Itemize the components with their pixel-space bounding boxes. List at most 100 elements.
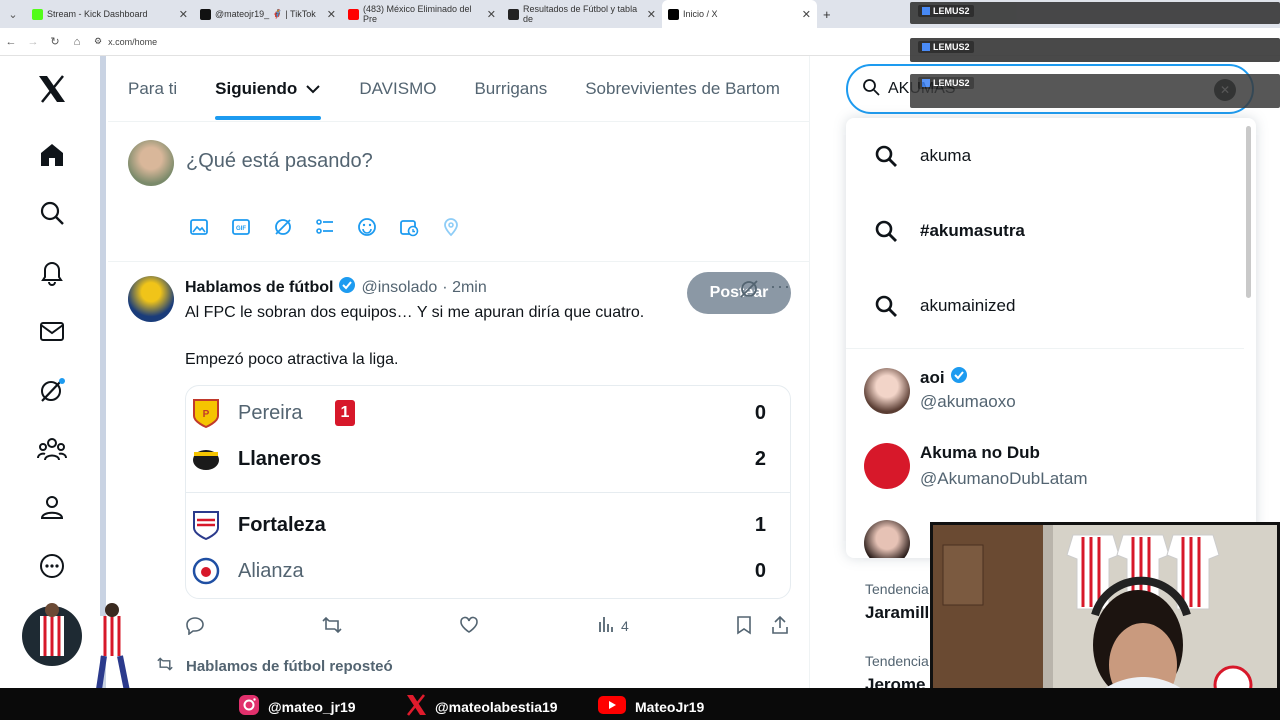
notifications-bell-icon[interactable] <box>33 253 71 291</box>
red-card-badge: 1 <box>335 400 355 426</box>
llaneros-crest-icon <box>192 444 220 474</box>
team-name: Llaneros <box>238 448 322 470</box>
pereira-crest-icon: P <box>192 398 220 429</box>
retweet-small-icon <box>156 656 174 676</box>
overlay-icon <box>922 7 930 15</box>
tiktok-icon <box>200 8 211 20</box>
tab-para-ti[interactable]: Para ti <box>128 56 178 121</box>
search-icon <box>874 219 898 248</box>
close-tab-icon[interactable]: ✕ <box>647 8 656 21</box>
team-score: 0 <box>754 560 766 582</box>
user-name: Akuma no Dub <box>920 443 1040 462</box>
bookmark-icon[interactable] <box>735 615 753 635</box>
new-tab-button[interactable]: + <box>817 0 847 28</box>
youtube-handle-text: MateoJr19 <box>635 698 705 715</box>
grok-compose-icon[interactable] <box>272 216 294 238</box>
user-suggestion[interactable]: aoi @akumaoxo <box>846 354 1244 430</box>
main-timeline: Para ti Siguiendo DAVISMO Burrigans Sobr… <box>108 56 810 696</box>
reload-icon[interactable]: ↻ <box>44 35 66 48</box>
tab-burrigans[interactable]: Burrigans <box>474 56 547 121</box>
overlay-tag-text: LEMUS2 <box>933 78 970 88</box>
site-info-icon[interactable]: ⚙ <box>94 36 102 47</box>
screen: { "browser": { "tabs": [ {"label": "Stre… <box>0 0 1280 720</box>
poll-icon[interactable] <box>314 216 336 238</box>
svg-text:P: P <box>203 409 210 420</box>
browser-tab-x[interactable]: Inicio / X ✕ <box>662 0 817 28</box>
match-row: P Pereira 1 0 <box>186 390 790 436</box>
x-handle-text: @mateolabestia19 <box>435 698 558 715</box>
tweet-text-line2: Empezó poco atractiva la liga. <box>185 351 399 368</box>
tab-list-chevron-icon[interactable]: ⌄ <box>0 8 26 21</box>
home-browser-icon[interactable]: ⌂ <box>66 36 88 48</box>
suggestion-item[interactable]: #akumasutra <box>846 193 1244 268</box>
browser-tab-youtube[interactable]: (483) México Eliminado del Pre ✕ <box>342 0 502 28</box>
image-icon[interactable] <box>188 216 210 238</box>
bar-chart-icon <box>597 615 615 636</box>
tweet-author-avatar[interactable] <box>128 276 174 322</box>
user-avatar[interactable] <box>128 140 174 186</box>
tab-label: Para ti <box>128 78 178 98</box>
tab-davismo[interactable]: DAVISMO <box>359 56 436 121</box>
user-name: aoi <box>920 366 968 389</box>
grok-icon[interactable] <box>33 371 71 409</box>
url-field[interactable]: ⚙ x.com/home <box>94 36 157 47</box>
tab-siguiendo[interactable]: Siguiendo <box>215 56 322 121</box>
trend-title[interactable]: Jaramill <box>865 603 929 623</box>
trend-label: Tendencia <box>865 653 929 669</box>
repost-indicator[interactable]: Hablamos de fútbol reposteó <box>156 656 393 676</box>
user-suggestion[interactable]: Akuma no Dub @AkumanoDubLatam <box>846 431 1244 507</box>
tweet-text-line1: Al FPC le sobran dos equipos… Y si me ap… <box>185 304 645 321</box>
search-icon[interactable] <box>33 194 71 232</box>
communities-icon[interactable] <box>33 430 71 468</box>
suggestion-item[interactable]: akumainized <box>846 268 1244 343</box>
location-icon[interactable] <box>440 216 462 238</box>
user-avatar[interactable] <box>864 520 910 558</box>
match-results-card[interactable]: P Pereira 1 0 Llaneros 2 Fortaleza 1 Ali… <box>185 385 791 599</box>
browser-tab-results[interactable]: Resultados de Fútbol y tabla de ✕ <box>502 0 662 28</box>
close-tab-icon[interactable]: ✕ <box>487 8 496 21</box>
instagram-handle: @mateo_jr19 <box>238 694 356 719</box>
tab-label: Siguiendo <box>215 78 298 98</box>
retweet-icon[interactable] <box>321 615 343 635</box>
suggestion-item[interactable]: akuma <box>846 118 1244 193</box>
more-options-dots-icon[interactable]: ··· <box>770 276 791 297</box>
close-tab-icon[interactable]: ✕ <box>802 8 811 21</box>
schedule-icon[interactable] <box>398 216 420 238</box>
home-icon[interactable] <box>33 136 71 174</box>
team-score: 0 <box>754 402 766 424</box>
close-tab-icon[interactable]: ✕ <box>179 8 188 21</box>
browser-tab-kick[interactable]: Stream - Kick Dashboard ✕ <box>26 0 194 28</box>
reply-icon[interactable] <box>185 615 205 635</box>
instagram-handle-text: @mateo_jr19 <box>268 698 356 715</box>
match-row: Alianza 0 <box>186 548 790 594</box>
x-logo[interactable] <box>33 70 71 108</box>
browser-tab-tiktok[interactable]: @mateojr19_ 🦸 | TikTok ✕ <box>194 0 342 28</box>
user-avatar <box>864 368 910 414</box>
tweet-author-name[interactable]: Hablamos de fútbol <box>185 279 333 297</box>
views-stat[interactable]: 4 <box>597 615 629 636</box>
gif-icon[interactable]: GIF <box>230 216 252 238</box>
fortaleza-crest-icon <box>192 510 220 541</box>
overlay-tag-text: LEMUS2 <box>933 6 970 16</box>
search-input-icon <box>862 78 880 101</box>
more-options-icon[interactable] <box>33 547 71 585</box>
grok-explain-icon[interactable] <box>738 278 760 305</box>
forward-icon[interactable]: → <box>22 36 44 48</box>
like-heart-icon[interactable] <box>459 615 479 635</box>
user-name-text: aoi <box>920 367 945 387</box>
share-icon[interactable] <box>770 615 790 635</box>
akuma-no-dub-logo <box>864 443 910 489</box>
profile-icon[interactable] <box>33 488 71 526</box>
tweet-timestamp[interactable]: · 2min <box>442 279 486 297</box>
messages-mail-icon[interactable] <box>33 312 71 350</box>
close-tab-icon[interactable]: ✕ <box>327 8 336 21</box>
tweet-author-handle[interactable]: @insolado <box>361 279 437 297</box>
alianza-crest-icon <box>192 556 220 586</box>
emoji-icon[interactable] <box>356 216 378 238</box>
dropdown-scrollbar[interactable] <box>1246 126 1251 298</box>
verified-badge-icon <box>338 276 356 299</box>
compose-input[interactable]: ¿Qué está pasando? <box>186 150 373 173</box>
tab-sobrevivientes[interactable]: Sobrevivientes de Bartom <box>585 56 780 121</box>
search-icon <box>874 294 898 323</box>
back-icon[interactable]: ← <box>0 36 22 48</box>
